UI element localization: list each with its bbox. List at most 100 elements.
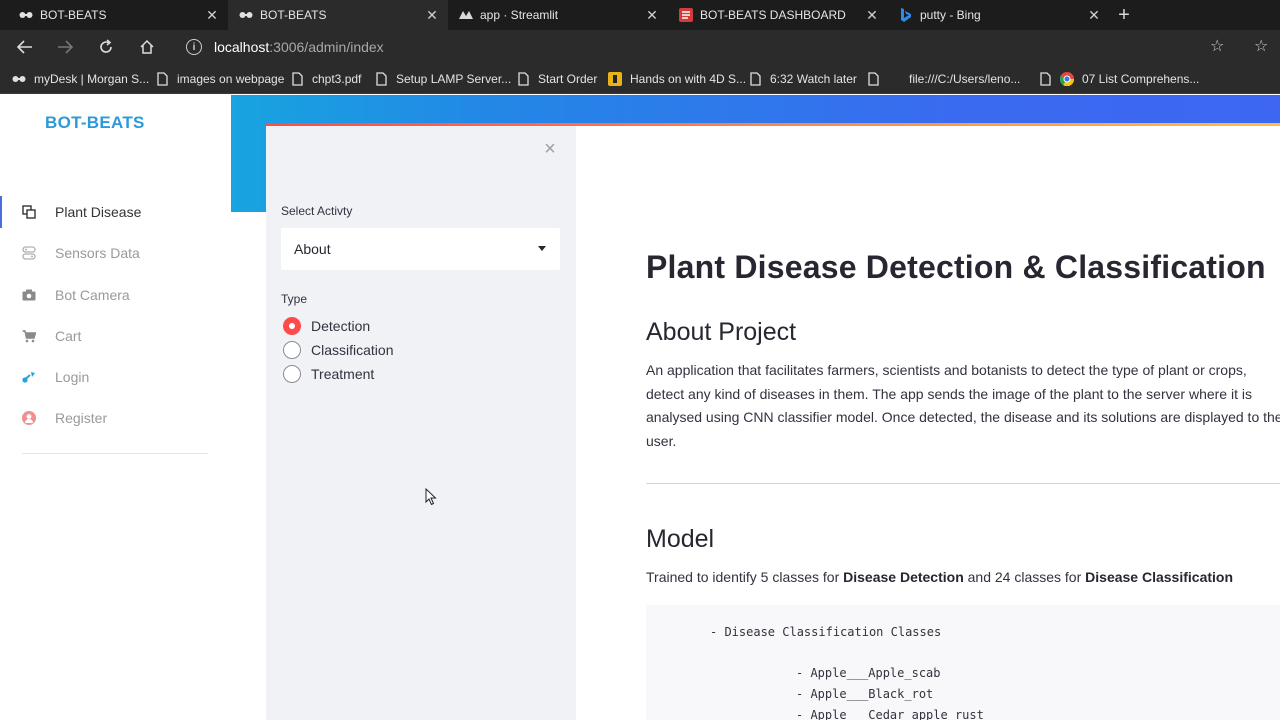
sidebar-item-label: Register [55,410,108,426]
tab-title: putty - Bing [920,8,981,22]
bookmark-item[interactable]: images on webpage [155,64,284,94]
sidebar-item-label: Bot Camera [55,287,130,303]
bookmark-label: 07 List Comprehens... [1082,72,1200,86]
section-divider [646,483,1280,484]
bookmark-label: chpt3.pdf [312,72,362,86]
browser-tab-3[interactable]: app · Streamlit ✕ [448,0,668,30]
sidebar-item-label: Cart [55,328,82,344]
page-icon [155,71,169,87]
model-desc-bold: Disease Detection [843,569,964,585]
bing-icon [898,7,914,23]
model-heading: Model [646,525,715,553]
model-desc-bold: Disease Classification [1085,569,1234,585]
radio-checked-icon[interactable] [283,317,301,335]
sensors-icon [20,244,38,262]
bookmark-label: Start Order [538,72,598,86]
radio-treatment[interactable]: Treatment [283,364,374,384]
page-title: Plant Disease Detection & Classification [646,249,1266,285]
bookmarks-bar: myDesk | Morgan S... images on webpage c… [0,64,1280,94]
browser-tab-2[interactable]: BOT-BEATS ✕ [228,0,448,30]
bookmark-item[interactable]: Setup LAMP Server... [374,64,511,94]
camera-icon [20,286,38,304]
activity-select[interactable]: About [281,228,560,270]
sidebar-divider [22,453,208,454]
sidebar-item-login[interactable]: Login [0,359,231,395]
radio-label: Treatment [311,366,375,382]
address-bar[interactable]: i localhost :3006/admin/index [176,33,1242,61]
lock-icon [608,71,622,87]
brand-logo[interactable]: BOT-BEATS [45,113,145,133]
dashboard-icon [678,7,694,23]
bookmark-item[interactable]: 6:32 Watch later [748,64,857,94]
page-icon [374,71,388,87]
bookmark-label: 6:32 Watch later [770,72,857,86]
bookmark-label: myDesk | Morgan S... [34,72,150,86]
browser-tab-1[interactable]: BOT-BEATS ✕ [0,0,228,30]
browser-tab-5[interactable]: putty - Bing ✕ [888,0,1110,30]
activity-select-value: About [294,241,331,257]
code-line: - Apple___Apple_scab [796,666,941,680]
address-path: :3006/admin/index [269,39,384,55]
browser-nav-bar: i localhost :3006/admin/index ☆ ☆ [0,30,1280,64]
close-sidebar-icon[interactable]: × [541,138,559,160]
page-icon [516,71,530,87]
favorites-icon[interactable]: ☆ [1254,36,1268,56]
tab-title: BOT-BEATS DASHBOARD [700,8,846,22]
bookmark-item[interactable]: 07 List Comprehens... [1038,64,1199,94]
main-content: Plant Disease Detection & Classification… [646,95,1280,720]
page-icon [290,71,304,87]
chrome-icon [1060,71,1074,87]
forward-icon[interactable] [52,35,78,59]
bookmark-item[interactable]: Start Order [516,64,597,94]
bookmark-item[interactable]: myDesk | Morgan S... [12,64,149,94]
bookmark-label: images on webpage [177,72,285,86]
login-icon [20,368,38,386]
bookmark-item[interactable]: Hands on with 4D S... [608,64,746,94]
radio-label: Classification [311,342,394,358]
star-icon[interactable]: ☆ [1210,36,1224,56]
sidebar-item-bot-camera[interactable]: Bot Camera [0,277,231,313]
close-tab-icon[interactable]: ✕ [644,7,660,23]
close-tab-icon[interactable]: ✕ [204,7,220,23]
page-icon [1038,71,1052,87]
new-tab-button[interactable]: + [1112,3,1136,27]
close-tab-icon[interactable]: ✕ [1086,7,1102,23]
close-tab-icon[interactable]: ✕ [424,7,440,23]
bot-beats-icon [18,7,34,23]
back-icon[interactable] [12,35,38,59]
sidebar-item-plant-disease[interactable]: Plant Disease [0,194,231,230]
type-label: Type [281,292,308,306]
sidebar-item-label: Sensors Data [55,245,140,261]
radio-unchecked-icon[interactable] [283,341,301,359]
browser-tab-4[interactable]: BOT-BEATS DASHBOARD ✕ [668,0,888,30]
bot-beats-icon [238,7,254,23]
code-line: - Apple___Black_rot [796,687,934,701]
home-icon[interactable] [134,35,160,59]
code-block: - Disease Classification Classes - Apple… [646,605,1280,720]
browser-tab-bar: BOT-BEATS ✕ BOT-BEATS ✕ app · Streamlit … [0,0,1280,30]
model-description: Trained to identify 5 classes for Diseas… [646,569,1233,585]
sidebar: BOT-BEATS Plant Disease Sensors Data Bot… [0,95,231,720]
bookmark-label: Setup LAMP Server... [396,72,512,86]
chevron-down-icon [538,246,546,251]
close-tab-icon[interactable]: ✕ [864,7,880,23]
sidebar-item-cart[interactable]: Cart [0,318,231,354]
radio-unchecked-icon[interactable] [283,365,301,383]
bot-beats-icon [12,71,26,87]
bookmark-label: file:///C:/Users/leno... [909,72,1021,86]
plant-disease-icon [20,203,38,221]
radio-classification[interactable]: Classification [283,340,393,360]
model-desc-text: Trained to identify 5 classes for [646,569,844,585]
select-activity-label: Select Activty [281,204,353,218]
page-icon [866,71,880,87]
site-info-icon[interactable]: i [186,39,202,55]
bookmark-item[interactable]: chpt3.pdf [290,64,361,94]
sidebar-item-register[interactable]: Register [0,400,231,436]
tab-title: BOT-BEATS [40,8,107,22]
radio-label: Detection [311,318,371,334]
sidebar-item-sensors-data[interactable]: Sensors Data [0,235,231,271]
bookmark-item[interactable]: file:///C:/Users/leno... [866,64,1020,94]
cart-icon [20,327,38,345]
radio-detection[interactable]: Detection [283,316,370,336]
refresh-icon[interactable] [93,35,119,59]
